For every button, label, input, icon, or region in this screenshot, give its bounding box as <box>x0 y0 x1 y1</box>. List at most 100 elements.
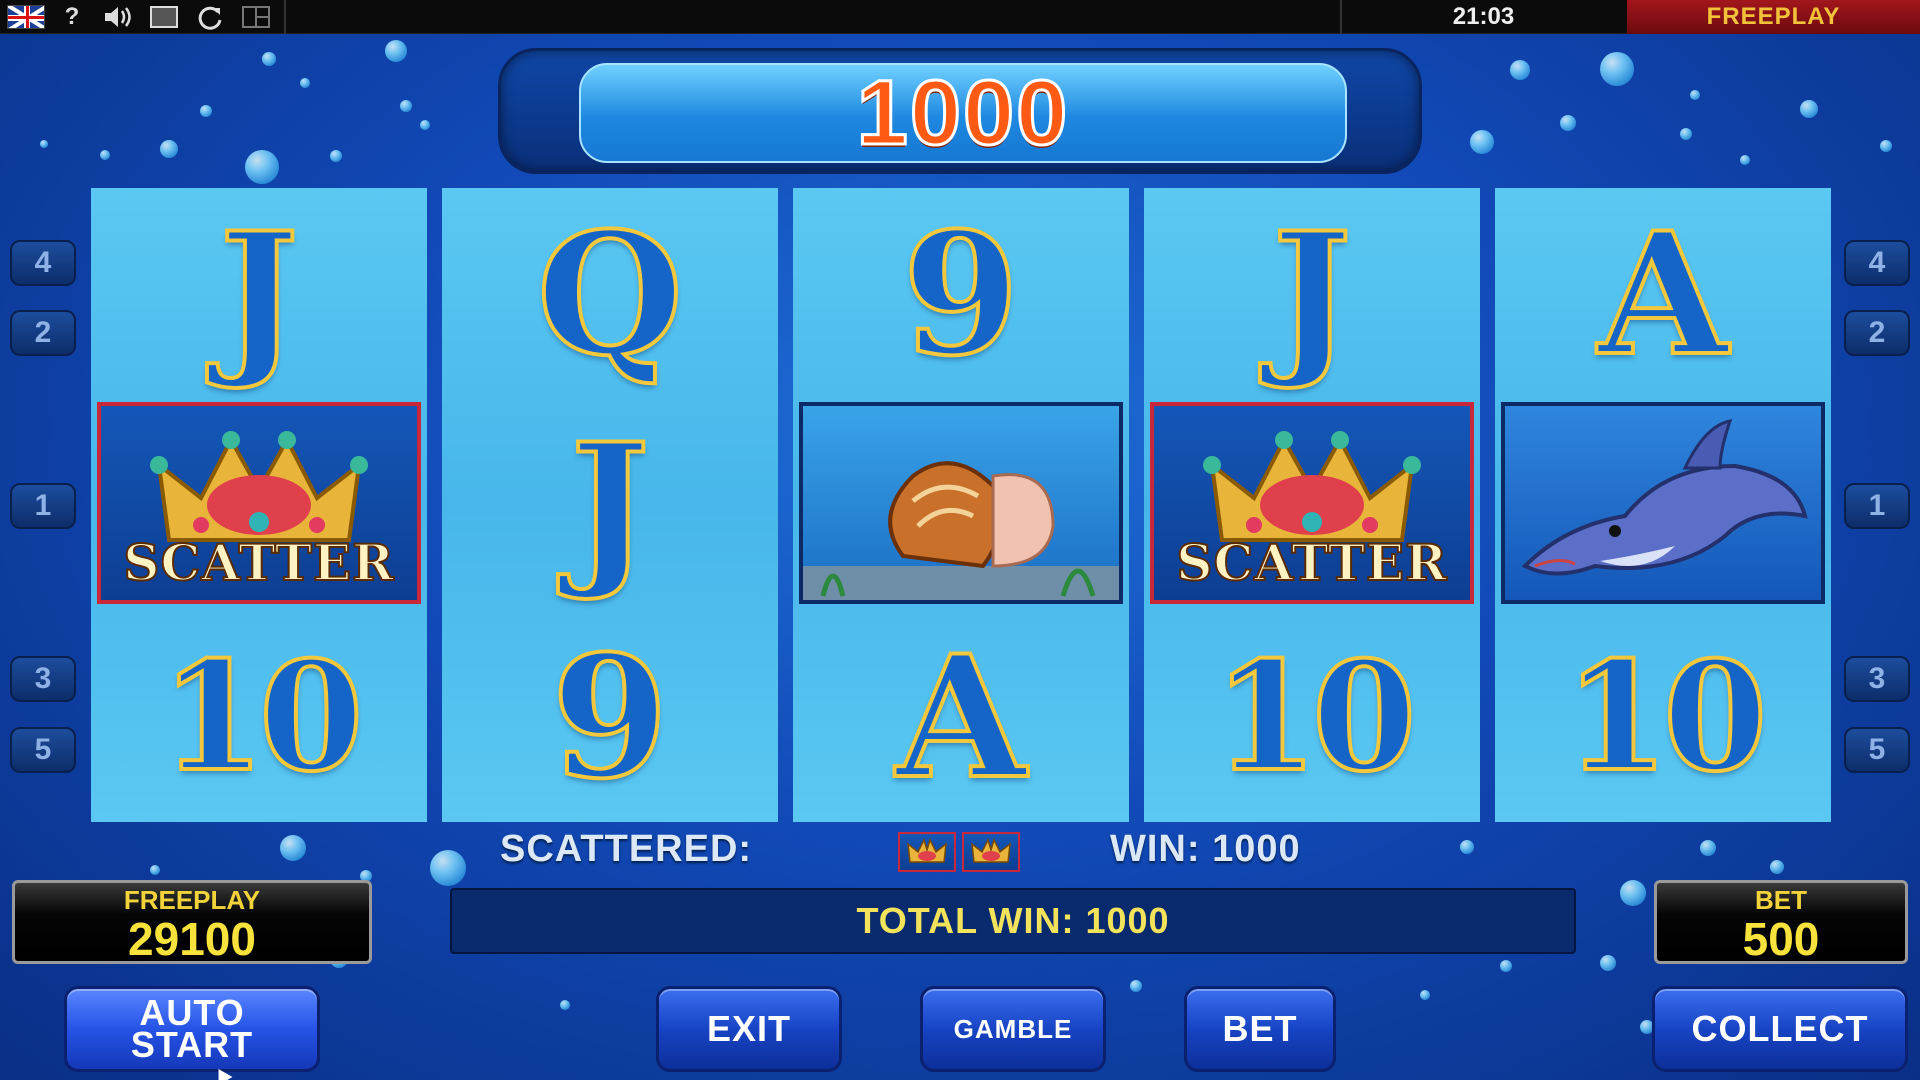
mode-label: FREEPLAY <box>1627 0 1920 34</box>
bubble-decoration <box>1690 90 1700 100</box>
reel-1-bottom-symbol: 10 <box>159 628 366 805</box>
scatter-label: SCATTER <box>122 532 395 593</box>
reel-2: Q J 9 <box>442 188 778 822</box>
bubble-decoration <box>1470 130 1494 154</box>
exit-button[interactable]: EXIT <box>656 986 842 1072</box>
scattered-label: SCATTERED: <box>500 828 753 870</box>
bet-label: BET <box>1755 885 1807 915</box>
scatter-symbol: SCATTER <box>1150 402 1474 604</box>
reel-4-top-symbol: J <box>1270 194 1353 393</box>
bubble-decoration <box>400 100 412 112</box>
bubble-decoration <box>1740 155 1750 165</box>
bubble-decoration <box>160 140 178 158</box>
line-marker-right-5[interactable]: 5 <box>1844 727 1910 773</box>
bubble-decoration <box>1800 100 1818 118</box>
win-display-inner: 1000 <box>579 60 1347 165</box>
bubble-decoration <box>1130 980 1142 992</box>
scatter-symbol: SCATTER <box>97 402 421 604</box>
reel-5: A 10 <box>1495 188 1831 822</box>
top-bar-divider <box>284 0 286 34</box>
help-button[interactable]: ? <box>52 2 92 32</box>
reel-5-bottom-symbol: 10 <box>1563 628 1770 805</box>
bubble-decoration <box>100 150 110 160</box>
win-label: WIN: 1000 <box>1110 828 1301 870</box>
reel-1: J SCATTER 10 <box>91 188 427 822</box>
line-marker-left-3[interactable]: 3 <box>10 656 76 702</box>
reload-icon <box>198 6 222 30</box>
bubble-decoration <box>385 40 407 62</box>
line-marker-right-1[interactable]: 1 <box>1844 483 1910 529</box>
bubble-decoration <box>280 835 306 861</box>
layout-button[interactable] <box>236 2 276 32</box>
shell-symbol <box>799 402 1123 604</box>
bet-value: 500 <box>1742 913 1820 965</box>
bubble-decoration <box>1510 60 1530 80</box>
reel-3: 9 A <box>793 188 1129 822</box>
bet-button[interactable]: BET <box>1184 986 1336 1072</box>
dolphin-icon <box>1521 419 1808 576</box>
reel-4: J SCATTER 10 <box>1144 188 1480 822</box>
line-marker-right-3[interactable]: 3 <box>1844 656 1910 702</box>
bubble-decoration <box>560 1000 570 1010</box>
sound-button[interactable] <box>98 2 138 32</box>
dolphin-symbol <box>1501 402 1825 604</box>
bubble-decoration <box>1500 960 1512 972</box>
bubble-decoration <box>1600 52 1634 86</box>
bubble-decoration <box>1880 140 1892 152</box>
scatter-label: SCATTER <box>1175 532 1448 593</box>
bubble-decoration <box>420 120 430 130</box>
reel-3-top-symbol: 9 <box>901 194 1022 393</box>
sound-icon <box>105 6 131 27</box>
gamble-button[interactable]: GAMBLE <box>920 986 1106 1072</box>
total-win-bar: TOTAL WIN: 1000 <box>450 888 1576 954</box>
line-marker-left-4[interactable]: 4 <box>10 240 76 286</box>
line-marker-right-2[interactable]: 2 <box>1844 310 1910 356</box>
bubble-decoration <box>245 150 279 184</box>
bubble-decoration <box>262 52 276 66</box>
reel-2-top-symbol: Q <box>535 194 685 393</box>
bubble-decoration <box>1600 955 1616 971</box>
bubble-decoration <box>40 140 48 148</box>
help-icon: ? <box>64 2 80 30</box>
reel-5-top-symbol: A <box>1596 194 1730 393</box>
bubble-decoration <box>1770 860 1784 874</box>
bubble-decoration <box>1700 840 1716 856</box>
bubble-decoration <box>1460 840 1474 854</box>
reload-button[interactable] <box>190 2 230 32</box>
line-marker-left-5[interactable]: 5 <box>10 727 76 773</box>
collect-button[interactable]: COLLECT <box>1652 986 1908 1072</box>
language-button[interactable] <box>6 2 46 32</box>
bubble-decoration <box>1680 128 1692 140</box>
credit-label: FREEPLAY <box>123 885 261 915</box>
credit-box: FREEPLAY 29100 <box>12 880 372 964</box>
line-marker-left-2[interactable]: 2 <box>10 310 76 356</box>
bubble-decoration <box>150 865 160 875</box>
reel-1-top-symbol: J <box>217 194 300 393</box>
mini-scatter-icon <box>898 832 956 872</box>
reel-3-bottom-symbol: A <box>894 617 1028 816</box>
layout-icon <box>242 5 270 28</box>
win-display: 1000 <box>498 48 1422 174</box>
line-marker-right-4[interactable]: 4 <box>1844 240 1910 286</box>
mini-scatter-icon <box>962 832 1020 872</box>
reel-2-bottom-symbol: 9 <box>550 617 671 816</box>
reel-4-bottom-symbol: 10 <box>1212 628 1419 805</box>
uk-flag-icon <box>7 4 45 29</box>
bubble-decoration <box>330 150 342 162</box>
win-amount: 1000 <box>855 60 1070 165</box>
bubble-decoration <box>300 78 310 88</box>
fullscreen-icon <box>150 5 178 28</box>
shell-icon <box>803 461 1119 600</box>
fullscreen-button[interactable] <box>144 2 184 32</box>
clock: 21:03 <box>1340 0 1625 34</box>
bet-box: BET 500 <box>1654 880 1908 964</box>
credit-value: 29100 <box>128 913 256 965</box>
bubble-decoration <box>1420 990 1430 1000</box>
bubble-decoration <box>430 850 466 886</box>
bubble-decoration <box>1620 880 1646 906</box>
auto-start-button[interactable]: AUTO START <box>64 986 320 1072</box>
line-marker-left-1[interactable]: 1 <box>10 483 76 529</box>
auto-start-label: AUTO START <box>130 992 254 1065</box>
reel-2-middle-symbol: J <box>568 405 651 604</box>
bubble-decoration <box>200 105 212 117</box>
